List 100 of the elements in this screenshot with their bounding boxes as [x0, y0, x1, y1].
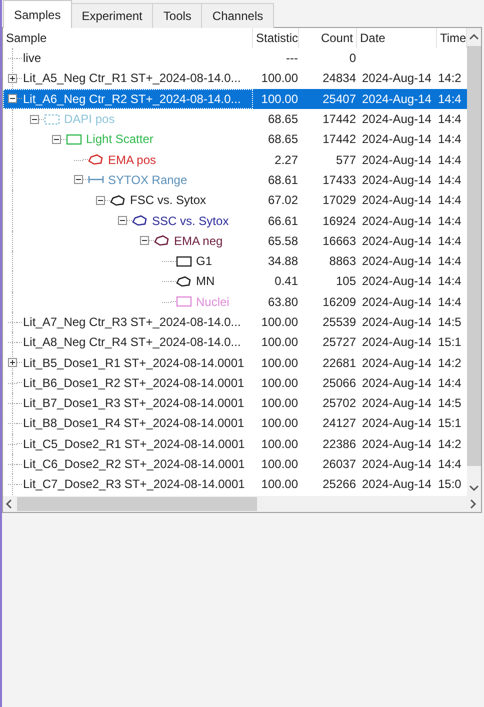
gate-name[interactable]: MN [195, 273, 216, 290]
sample-name[interactable]: Lit_C5_Dose2_R1 ST+_2024-08-14.0001 [22, 436, 246, 452]
sample-name[interactable]: Lit_B5_Dose1_R1 ST+_2024-08-14.0001 [22, 354, 246, 371]
tab[interactable]: Experiment [70, 3, 154, 28]
count-cell-text: 16209 [322, 294, 357, 310]
sample-name[interactable]: Lit_A7_Neg Ctr_R3 ST+_2024-08-14.0... [22, 314, 242, 330]
collapse-icon[interactable] [140, 236, 149, 246]
sample-row[interactable]: live --- 0 [3, 48, 467, 68]
time-cell-text: 15:1 [437, 334, 462, 350]
collapse-icon[interactable] [118, 216, 127, 226]
statistic-cell-text: 68.65 [266, 131, 299, 148]
time-cell-text: 14:4 [437, 374, 462, 391]
sample-row[interactable]: Lit_A8_Neg Ctr_R4 ST+_2024-08-14.0... 100.00 25727 2024-Aug-14 15:1 [3, 332, 467, 352]
sample-name[interactable]: Lit_A5_Neg Ctr_R1 ST+_2024-08-14.0... [22, 70, 242, 86]
time-cell-text: 14:4 [437, 253, 462, 270]
count-cell-text: 24127 [322, 415, 357, 432]
gate-name[interactable]: SSC vs. Sytox [151, 212, 230, 229]
time-cell-text: 14:4 [437, 152, 462, 168]
time-cell-text: 14:4 [437, 111, 462, 128]
collapse-icon[interactable] [74, 175, 83, 184]
date-cell-text: 2024-Aug-14 [361, 314, 432, 330]
sample-row[interactable]: Lit_B8_Dose1_R4 ST+_2024-08-14.0001 100.00 24127 2024-Aug-14 15:1 [3, 413, 467, 434]
time-cell-text: 14:4 [437, 273, 462, 290]
collapse-icon[interactable] [96, 196, 105, 205]
time-cell-text: 14:2 [437, 354, 462, 371]
gate-name[interactable]: FSC vs. Sytox [129, 192, 208, 208]
date-cell-text: 2024-Aug-14 [361, 334, 432, 350]
gate-name[interactable]: EMA pos [107, 152, 158, 168]
date-cell-text: 2024-Aug-14 [361, 354, 432, 371]
sample-row[interactable]: Lit_A6_Neg Ctr_R2 ST+_2024-08-14.0... 100.00 25407 2024-Aug-14 14:4 [3, 88, 467, 109]
time-cell-text: 14:4 [437, 212, 462, 229]
count-cell-text: 25066 [322, 374, 357, 391]
count-cell-text: 17442 [322, 131, 357, 148]
statistic-cell-text: --- [285, 50, 299, 66]
tab[interactable]: Tools [152, 3, 202, 28]
date-cell-text: 2024-Aug-14 [361, 456, 432, 472]
gate-name[interactable]: G1 [195, 253, 214, 270]
count-cell-text: 17433 [322, 172, 357, 188]
time-cell-text: 14:4 [437, 192, 462, 208]
tab[interactable]: Channels [201, 3, 274, 28]
date-cell-text: 2024-Aug-14 [361, 172, 432, 188]
time-cell-text: 14:2 [437, 70, 462, 86]
collapse-icon[interactable] [8, 94, 17, 104]
date-cell-text: 2024-Aug-14 [361, 253, 432, 270]
column-header[interactable]: Date [357, 28, 437, 48]
count-cell-text: 24834 [322, 70, 357, 86]
sample-name[interactable]: live [22, 50, 42, 66]
sample-row[interactable]: Lit_A5_Neg Ctr_R1 ST+_2024-08-14.0... 100.00 24834 2024-Aug-14 14:2 [3, 68, 467, 89]
statistic-cell-text: 100.00 [260, 374, 299, 391]
time-cell-text: 14:2 [437, 436, 462, 452]
statistic-cell-text: 100.00 [260, 70, 299, 86]
count-cell-text: 25702 [322, 395, 357, 412]
horizontal-scrollbar[interactable] [3, 496, 481, 512]
count-cell-text: 22386 [322, 436, 357, 452]
sample-name[interactable]: Lit_B8_Dose1_R4 ST+_2024-08-14.0001 [22, 415, 246, 432]
collapse-icon[interactable] [30, 114, 39, 124]
count-cell-text: 25539 [322, 314, 357, 330]
sample-name[interactable]: Lit_A8_Neg Ctr_R4 ST+_2024-08-14.0... [22, 334, 242, 350]
statistic-cell-text: 100.00 [260, 415, 299, 432]
statistic-cell-text: 67.02 [266, 192, 299, 208]
date-cell-text: 2024-Aug-14 [361, 192, 432, 208]
vertical-scrollbar[interactable] [467, 28, 481, 496]
sample-row[interactable]: Lit_A7_Neg Ctr_R3 ST+_2024-08-14.0... 100.00 25539 2024-Aug-14 14:5 [3, 312, 467, 332]
gate-name[interactable]: EMA neg [173, 232, 224, 249]
sample-row[interactable]: Lit_C6_Dose2_R2 ST+_2024-08-14.0001 100.00 26037 2024-Aug-14 14:4 [3, 454, 467, 474]
collapse-icon[interactable] [52, 134, 61, 144]
sample-name[interactable]: Lit_B6_Dose1_R2 ST+_2024-08-14.0001 [22, 374, 246, 391]
column-header[interactable]: Statistic [253, 28, 299, 48]
sample-row[interactable]: Lit_B7_Dose1_R3 ST+_2024-08-14.0001 100.00 25702 2024-Aug-14 14:5 [3, 393, 467, 414]
statistic-cell-text: 2.27 [274, 152, 299, 168]
tab[interactable]: Samples [3, 0, 72, 28]
time-cell-text: 14:4 [437, 172, 462, 188]
count-cell-text: 0 [348, 50, 357, 66]
count-cell-text: 16663 [322, 232, 357, 249]
statistic-cell-text: 34.88 [266, 253, 299, 270]
sample-name[interactable]: Lit_C7_Dose2_R3 ST+_2024-08-14.0001 [22, 476, 246, 492]
time-cell-text: 14:4 [437, 456, 462, 472]
date-cell-text: 2024-Aug-14 [361, 70, 432, 86]
expand-icon[interactable] [8, 74, 17, 83]
statistic-cell-text: 100.00 [260, 476, 299, 492]
sample-row[interactable]: Lit_B6_Dose1_R2 ST+_2024-08-14.0001 100.00 25066 2024-Aug-14 14:4 [3, 372, 467, 394]
count-cell-text: 26037 [322, 456, 357, 472]
date-cell-text: 2024-Aug-14 [361, 273, 432, 290]
column-header[interactable]: Count [299, 28, 357, 48]
sample-row[interactable]: Lit_B5_Dose1_R1 ST+_2024-08-14.0001 100.00 22681 2024-Aug-14 14:2 [3, 352, 467, 373]
statistic-cell-text: 100.00 [260, 456, 299, 472]
sample-name[interactable]: Lit_B7_Dose1_R3 ST+_2024-08-14.0001 [22, 395, 246, 412]
time-cell-text: 15:0 [437, 476, 462, 492]
sample-name[interactable]: Lit_A6_Neg Ctr_R2 ST+_2024-08-14.0... [22, 90, 242, 107]
sample-row[interactable]: Lit_C5_Dose2_R1 ST+_2024-08-14.0001 100.00 22386 2024-Aug-14 14:2 [3, 434, 467, 454]
sample-row[interactable]: Lit_C7_Dose2_R3 ST+_2024-08-14.0001 100.00 25266 2024-Aug-14 15:0 [3, 474, 467, 495]
count-cell-text: 8863 [328, 253, 357, 270]
expand-icon[interactable] [8, 358, 17, 368]
statistic-cell-text: 65.58 [266, 232, 299, 249]
statistic-cell-text: 68.65 [266, 111, 299, 128]
time-cell-text: 14:5 [437, 314, 462, 330]
column-header[interactable]: Sample [3, 28, 253, 48]
count-cell-text: 16924 [322, 212, 357, 229]
count-cell-text: 25727 [322, 334, 357, 350]
sample-name[interactable]: Lit_C6_Dose2_R2 ST+_2024-08-14.0001 [22, 456, 246, 472]
